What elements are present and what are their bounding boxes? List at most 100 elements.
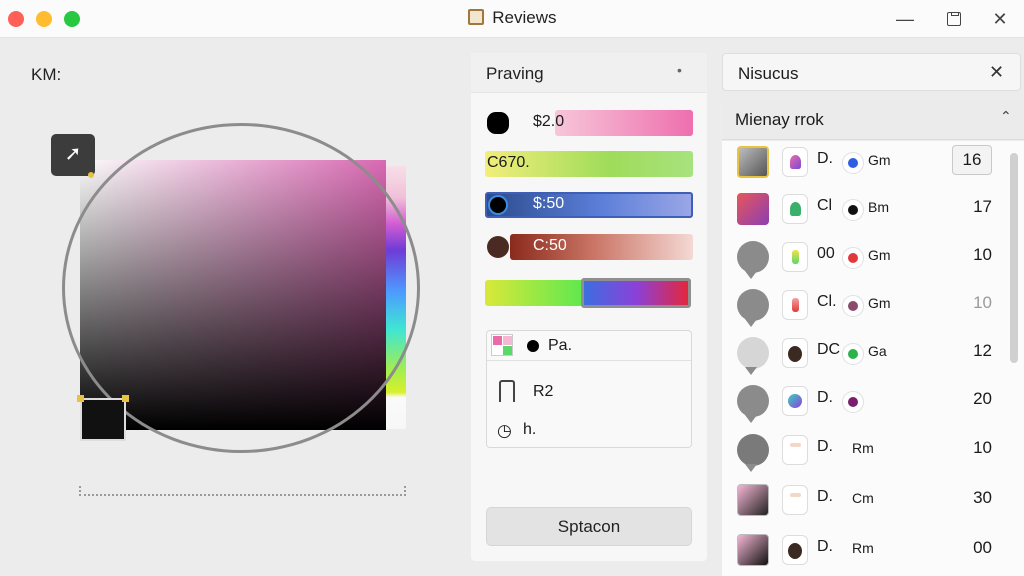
properties-title: Praving [486,64,544,83]
minimize-icon: — [896,9,914,29]
battery-icon [782,242,808,272]
maximize-button[interactable] [941,6,967,32]
options-row-1: Pa. [548,337,573,354]
window-title-wrap: Reviews [0,8,1024,28]
gradient-bar-spectrum[interactable] [581,278,691,308]
color-row-2[interactable]: C670. [485,151,693,177]
heart-icon [782,147,808,177]
item-label: D. [817,538,833,555]
properties-panel: Praving • $2.0 C670. $:50 C:50 [471,53,707,561]
save-button[interactable]: Sptacon [486,507,692,546]
list-item[interactable]: D. Gm 16 [722,141,1006,189]
color-row-4[interactable]: C:50 [485,234,693,260]
list-item[interactable]: D. Rm 10 [722,429,1006,477]
window-close-button[interactable]: ✕ [987,6,1013,32]
properties-header: Praving • [471,53,707,93]
app-icon [467,9,484,25]
window-title: Reviews [492,8,557,27]
close-icon[interactable]: ✕ [989,62,1004,83]
options-row-2[interactable]: R2 [533,383,553,401]
item-count: 10 [973,293,992,312]
item-count: 17 [973,197,992,216]
color-row-1[interactable]: $2.0 [485,110,693,136]
history-subheader[interactable]: Mienay rrok ⌃ [722,100,1024,140]
palette-icon [491,334,513,356]
maximize-icon [947,12,961,26]
item-sublabel: Rm [852,440,874,456]
avatar [782,535,808,565]
color-row-label: $2.0 [533,113,565,130]
close-icon: ✕ [992,9,1008,29]
color-bar[interactable] [555,110,693,136]
list-item[interactable]: D. Rm 00 [722,529,1006,576]
heart-icon [782,194,808,224]
item-sublabel: Rm [852,540,874,556]
item-label: Cl [817,197,833,214]
status-dot [842,295,864,317]
thumbnail [737,385,769,423]
minimize-button[interactable]: — [892,6,918,32]
chevron-up-icon[interactable]: ⌃ [1000,108,1012,125]
color-canvas-pane: KM: ➚ [0,39,460,576]
thumbnail [737,289,769,327]
cursor-tool-button[interactable]: ➚ [51,134,95,176]
color-row-3[interactable]: $:50 [485,192,693,218]
list-item[interactable]: Cl Bm 17 [722,188,1006,236]
options-row-3[interactable]: h. [523,421,536,439]
swatch-handle-left[interactable] [77,395,84,402]
battery-icon [782,290,808,320]
item-count: 10 [973,245,992,264]
history-panel: Nisucus ✕ Mienay rrok ⌃ D. Gm 16 Cl Bm 1… [722,53,1024,576]
item-sublabel: Bm [868,199,889,215]
item-sublabel: Cm [852,490,874,506]
doc-icon [782,485,808,515]
thumbnail [737,241,769,279]
list-scrollbar[interactable] [1010,153,1018,363]
color-row-label: C:50 [533,237,567,254]
list-item[interactable]: D. Cm 30 [722,479,1006,527]
options-box-header[interactable]: Pa. [487,331,691,361]
thumbnail [737,193,769,225]
item-label: DC [817,341,841,358]
status-dot [842,199,864,221]
swatch-handle-right[interactable] [122,395,129,402]
color-dot [487,236,509,258]
item-count: 30 [973,488,992,507]
options-box: Pa. R2 ◷ h. [486,330,692,448]
clock-icon: ◷ [497,421,512,440]
drag-handle[interactable] [88,172,94,178]
color-row-label: C670. [487,154,530,171]
caret-icon[interactable]: • [677,62,682,78]
item-count: 20 [973,389,992,408]
doc-icon [782,435,808,465]
canvas-label: KM: [31,65,62,84]
color-dot [488,195,508,215]
item-count: 10 [973,438,992,457]
thumbnail [737,484,769,516]
item-label: D. [817,488,833,505]
item-label: 00 [817,245,835,262]
item-sublabel: Gm [868,295,891,311]
item-label: D. [817,438,833,455]
bookmark-icon [499,380,515,402]
history-list: D. Gm 16 Cl Bm 17 00 Gm 10 Cl. Gm 10 DC … [722,141,1024,576]
status-dot [842,343,864,365]
history-title: Nisucus [738,64,799,83]
item-count[interactable]: 16 [952,145,992,175]
color-dot [487,112,509,134]
color-row-label: $:50 [533,195,565,212]
list-item[interactable]: DC Ga 12 [722,332,1006,380]
color-swatch[interactable] [80,398,126,441]
thumbnail [737,146,769,178]
color-bar[interactable] [485,192,693,218]
gradient-row[interactable] [485,278,693,308]
list-item[interactable]: Cl. Gm 10 [722,284,1006,332]
list-item[interactable]: D. 20 [722,380,1006,428]
thumbnail [737,534,769,566]
item-sublabel: Ga [868,343,887,359]
item-label: D. [817,150,833,167]
list-item[interactable]: 00 Gm 10 [722,236,1006,284]
cursor-icon: ➚ [64,143,82,165]
gradient-bar-green[interactable] [485,280,583,306]
status-dot [842,247,864,269]
